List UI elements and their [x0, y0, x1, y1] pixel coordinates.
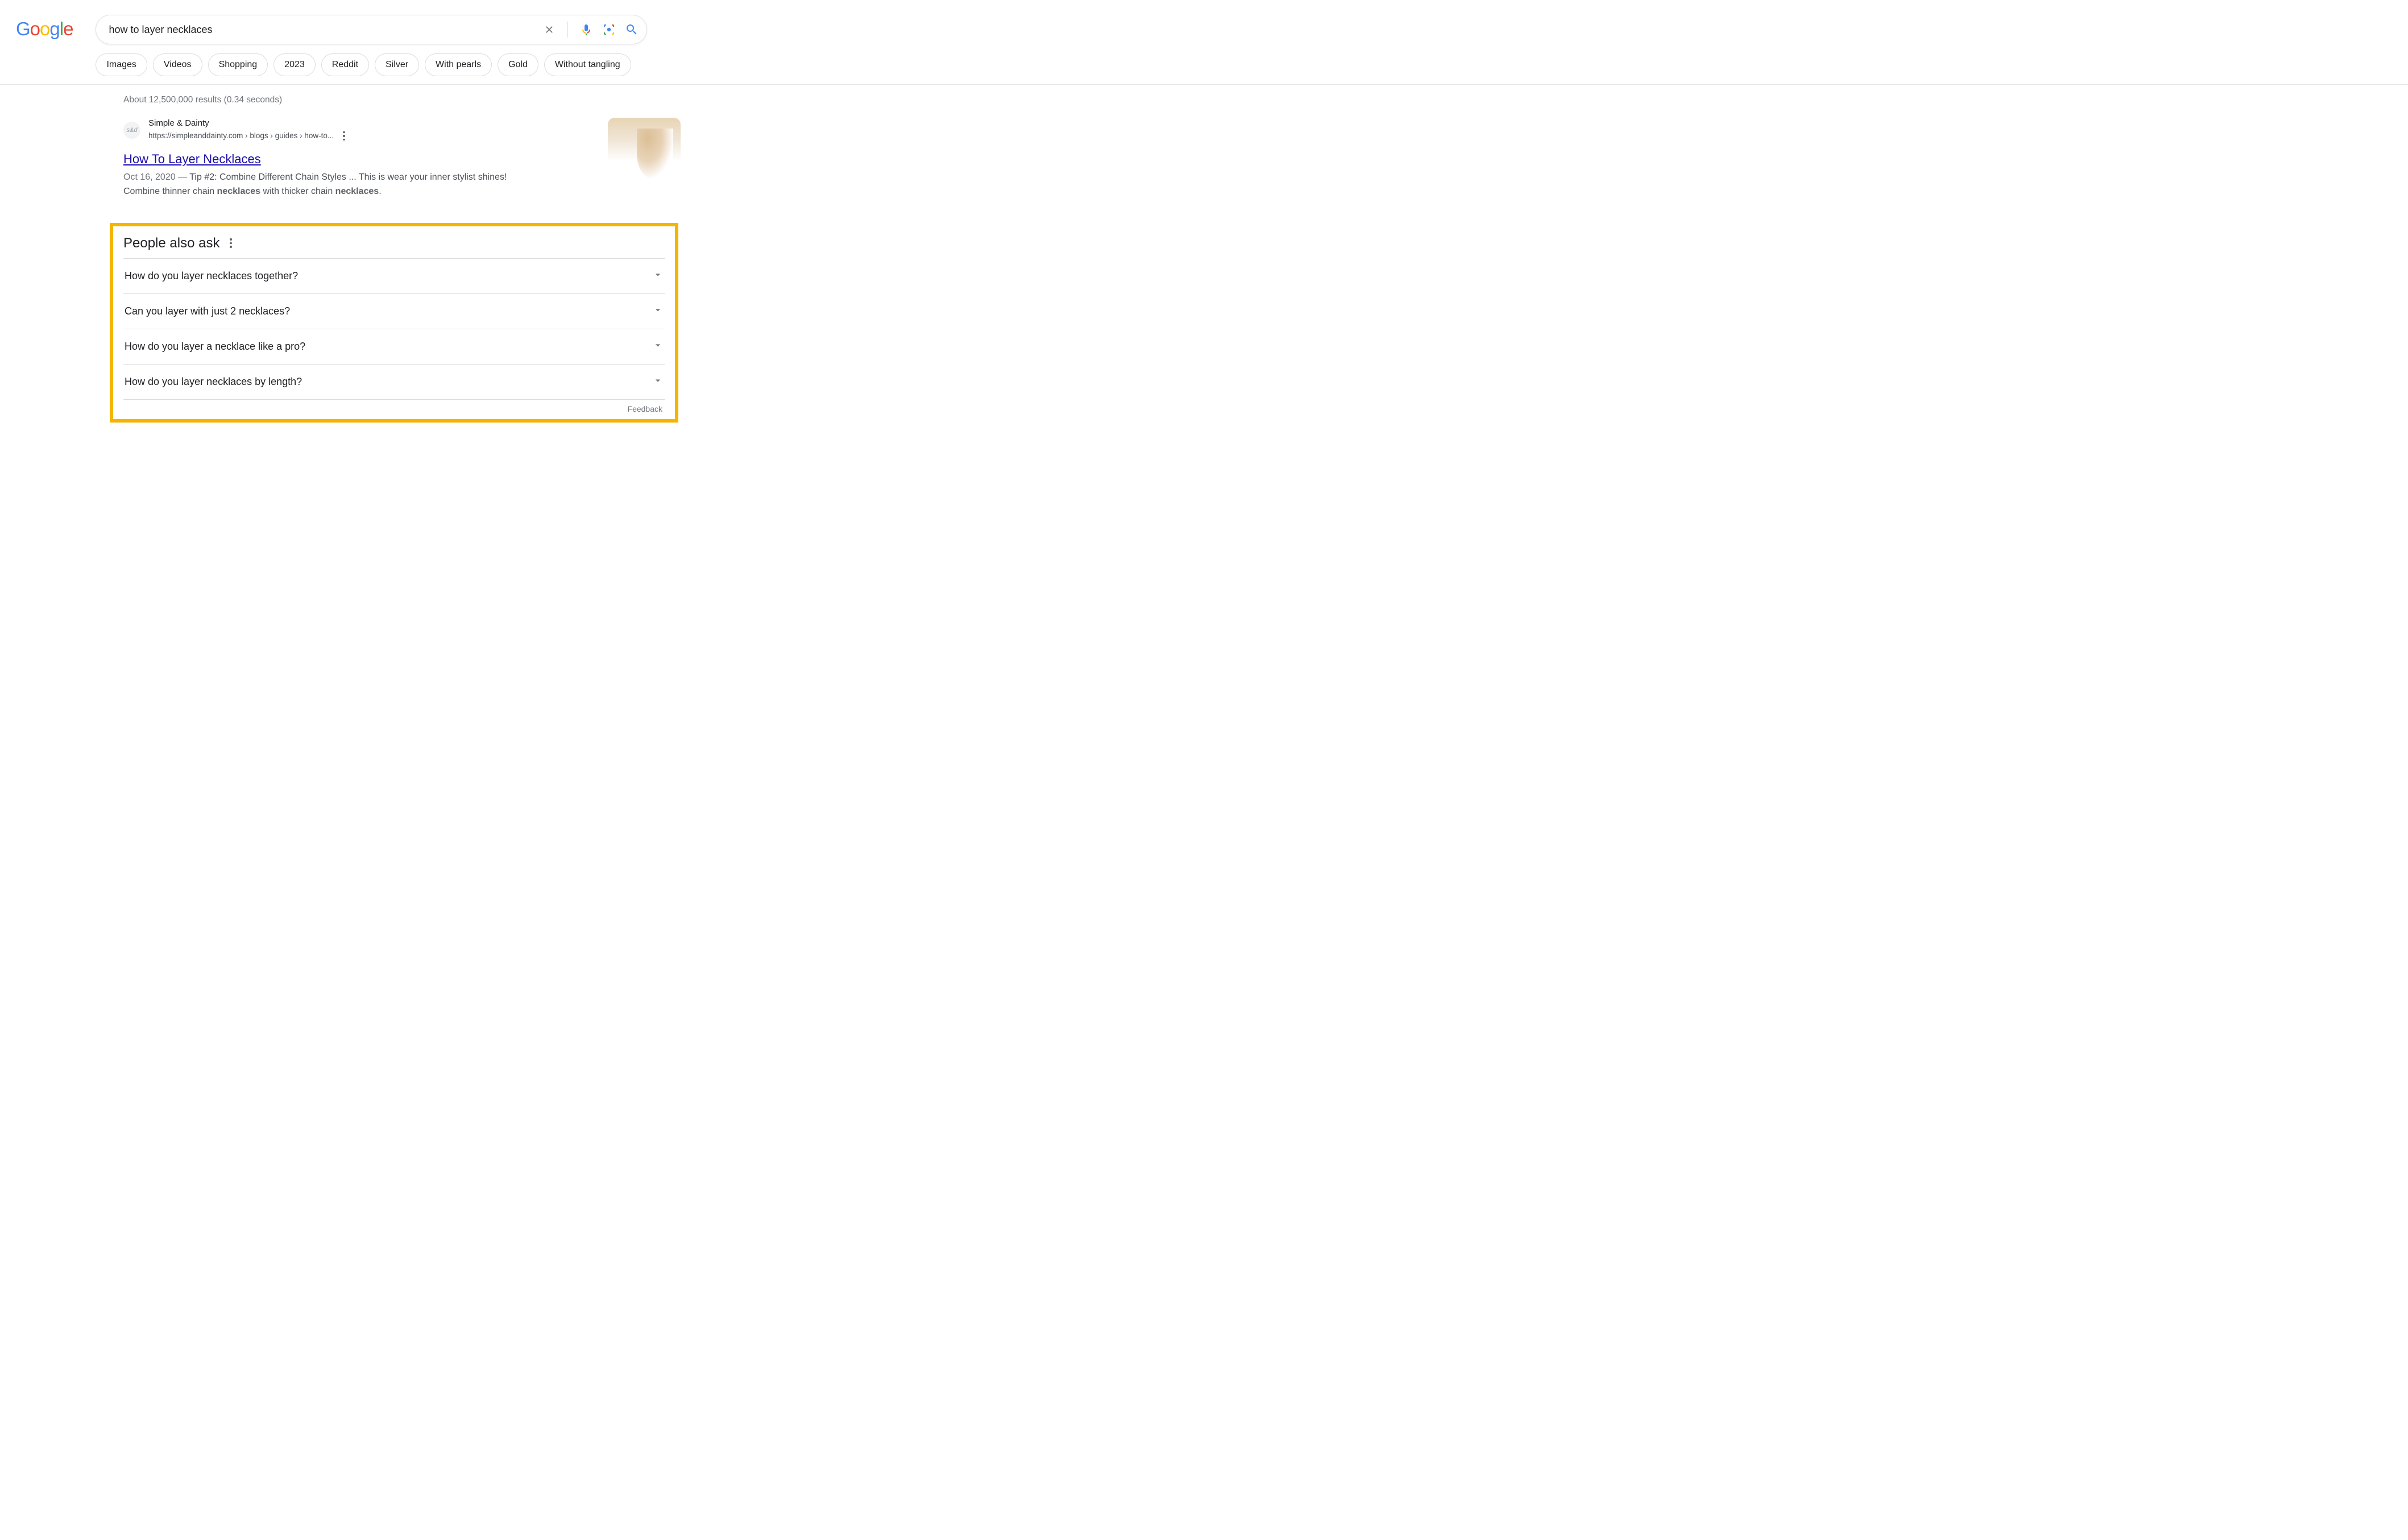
result-title-link[interactable]: How To Layer Necklaces	[123, 152, 261, 167]
voice-search-icon[interactable]	[579, 23, 593, 36]
search-result: s&d Simple & Dainty https://simpleanddai…	[123, 118, 681, 199]
search-icon[interactable]	[625, 23, 639, 36]
results-area: About 12,500,000 results (0.34 seconds) …	[123, 85, 681, 423]
paa-question[interactable]: How do you layer a necklace like a pro?	[123, 329, 665, 364]
chevron-down-icon	[652, 304, 664, 318]
paa-feedback-link[interactable]: Feedback	[123, 400, 665, 415]
paa-question-text: How do you layer necklaces together?	[125, 270, 298, 282]
lens-search-icon[interactable]	[602, 23, 616, 36]
filter-chip-gold[interactable]: Gold	[498, 53, 538, 76]
search-actions-divider	[567, 22, 568, 38]
chevron-down-icon	[652, 340, 664, 354]
result-snippet: Oct 16, 2020 — Tip #2: Combine Different…	[123, 170, 533, 199]
filter-chip-2023[interactable]: 2023	[273, 53, 316, 76]
google-logo[interactable]: Google	[16, 18, 73, 40]
filter-chip-silver[interactable]: Silver	[375, 53, 419, 76]
filter-chip-with-pearls[interactable]: With pearls	[425, 53, 492, 76]
filter-chip-images[interactable]: Images	[96, 53, 147, 76]
paa-question[interactable]: Can you layer with just 2 necklaces?	[123, 293, 665, 329]
filter-chip-shopping[interactable]: Shopping	[208, 53, 268, 76]
chevron-down-icon	[652, 375, 664, 389]
filter-chips-row: Images Videos Shopping 2023 Reddit Silve…	[96, 53, 647, 84]
search-input[interactable]	[109, 24, 542, 36]
paa-more-icon[interactable]	[227, 236, 234, 250]
result-favicon: s&d	[123, 122, 140, 139]
result-more-icon[interactable]	[341, 129, 347, 143]
filter-chip-reddit[interactable]: Reddit	[321, 53, 369, 76]
result-site-name: Simple & Dainty	[148, 118, 347, 129]
clear-icon[interactable]	[542, 23, 556, 36]
paa-question[interactable]: How do you layer necklaces together?	[123, 258, 665, 293]
filter-chip-without-tangling[interactable]: Without tangling	[544, 53, 631, 76]
people-also-ask-box: People also ask How do you layer necklac…	[110, 223, 678, 423]
result-thumbnail[interactable]	[608, 118, 681, 191]
paa-question-text: How do you layer a necklace like a pro?	[125, 341, 305, 353]
paa-question-text: How do you layer necklaces by length?	[125, 376, 302, 388]
search-bar	[96, 15, 647, 44]
result-breadcrumb: https://simpleanddainty.com › blogs › gu…	[148, 131, 334, 141]
result-date: Oct 16, 2020	[123, 172, 176, 182]
paa-question-text: Can you layer with just 2 necklaces?	[125, 305, 290, 317]
paa-question[interactable]: How do you layer necklaces by length?	[123, 364, 665, 400]
result-stats: About 12,500,000 results (0.34 seconds)	[123, 95, 681, 105]
paa-title: People also ask	[123, 235, 219, 251]
search-header: Google Images Videos	[0, 0, 2408, 84]
chevron-down-icon	[652, 269, 664, 283]
filter-chip-videos[interactable]: Videos	[153, 53, 202, 76]
